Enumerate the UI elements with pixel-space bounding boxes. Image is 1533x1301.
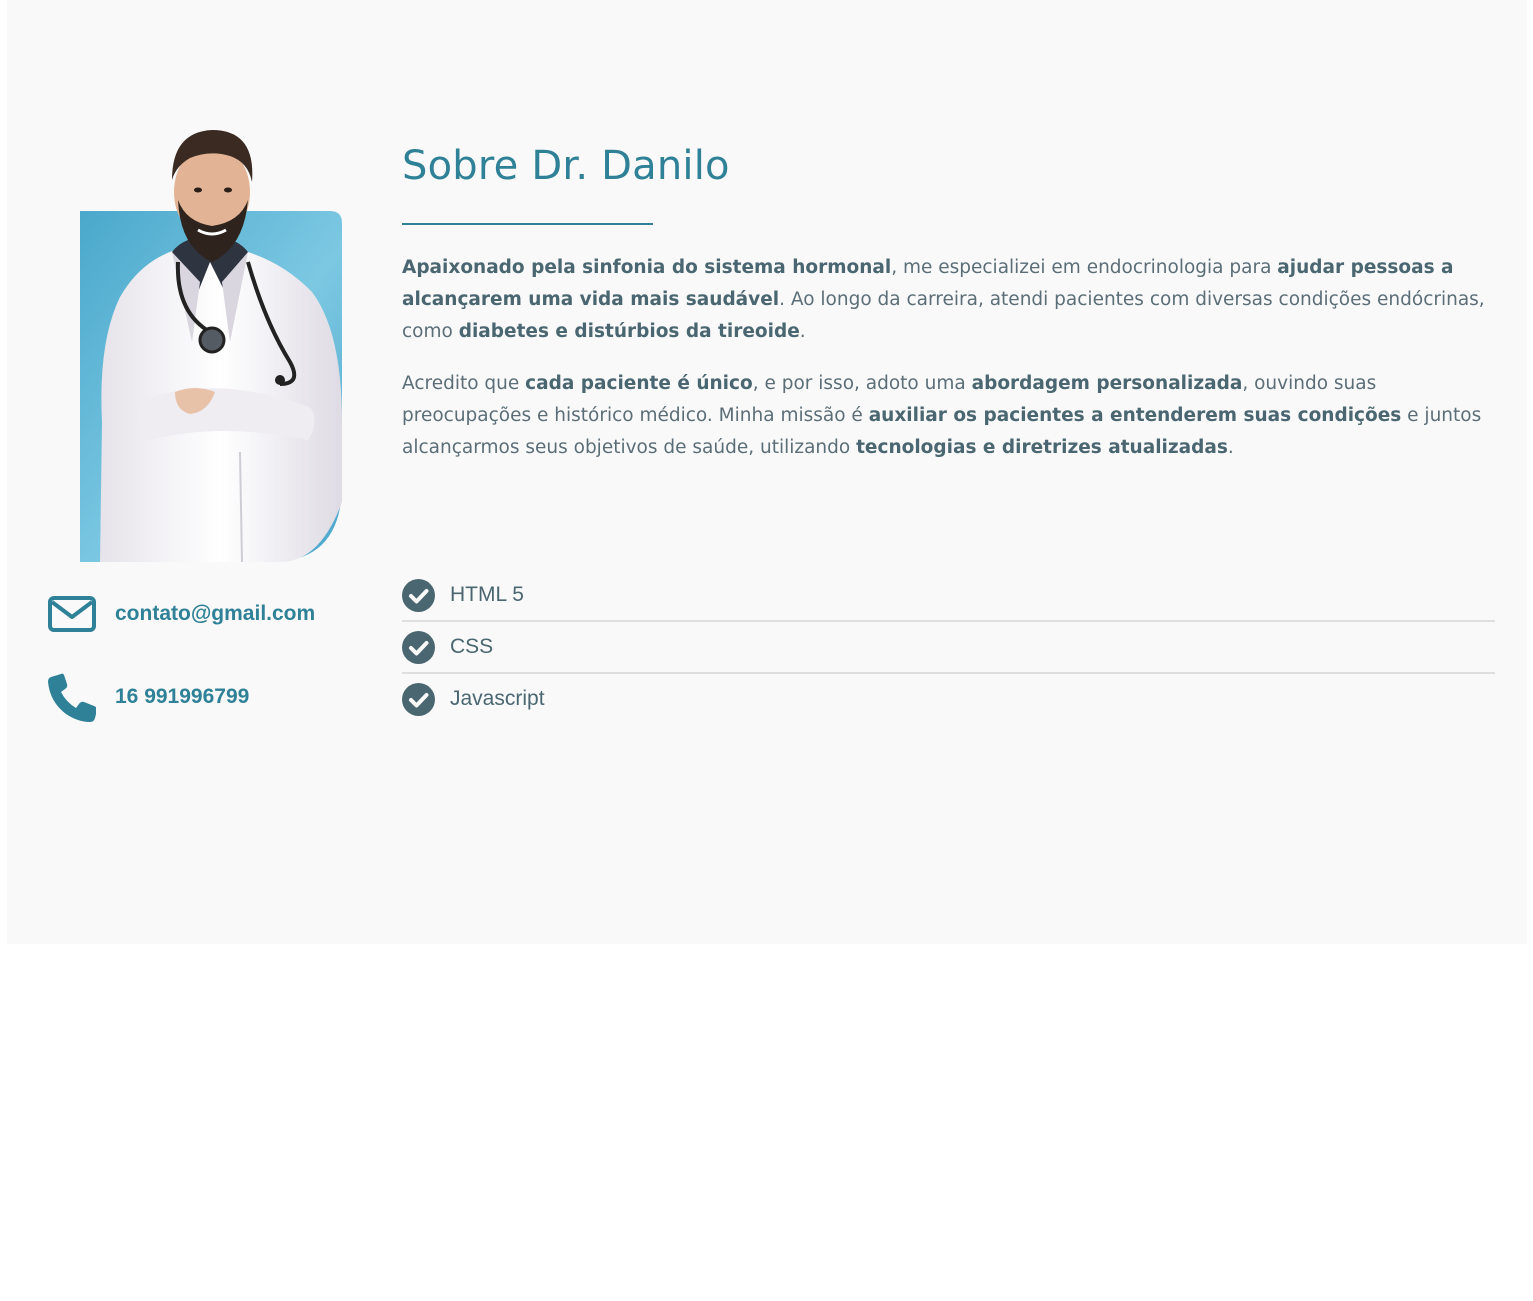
bio-highlight: abordagem personalizada xyxy=(971,373,1243,394)
bio-text: , e por isso, adoto uma xyxy=(752,373,972,394)
skill-item: HTML 5 xyxy=(402,570,1495,622)
skill-label: HTML 5 xyxy=(450,583,524,606)
bio-highlight: diabetes e distúrbios da tireoide xyxy=(458,321,800,342)
check-circle-icon xyxy=(402,578,435,612)
contact-email[interactable]: contato@gmail.com xyxy=(47,589,315,639)
skill-item: Javascript xyxy=(402,674,1495,724)
bio-paragraph-2: Acredito que cada paciente é único, e po… xyxy=(402,368,1492,464)
bio-highlight: Apaixonado pela sinfonia do sistema horm… xyxy=(402,257,892,278)
bio-paragraph-1: Apaixonado pela sinfonia do sistema horm… xyxy=(402,252,1492,348)
skills-list: HTML 5 CSS Javascript xyxy=(402,570,1495,724)
doctor-photo xyxy=(80,122,344,564)
phone-icon xyxy=(47,672,97,722)
check-circle-icon xyxy=(402,630,435,664)
contact-phone[interactable]: 16 991996799 xyxy=(47,672,249,722)
bio-highlight: auxiliar os pacientes a entenderem suas … xyxy=(868,405,1402,426)
bio-highlight: cada paciente é único xyxy=(525,373,753,394)
contact-phone-text[interactable]: 16 991996799 xyxy=(115,685,249,709)
skill-label: Javascript xyxy=(450,687,545,710)
check-circle-icon xyxy=(402,682,435,716)
bio-highlight: tecnologias e diretrizes atualizadas xyxy=(856,437,1228,458)
page-title: Sobre Dr. Danilo xyxy=(402,143,730,189)
bio-text: . xyxy=(799,321,806,342)
skill-label: CSS xyxy=(450,635,494,658)
envelope-icon xyxy=(47,589,97,639)
title-divider xyxy=(402,223,653,225)
bio-text: Acredito que xyxy=(402,373,526,394)
skill-item: CSS xyxy=(402,622,1495,674)
bio-text: . xyxy=(1227,437,1234,458)
about-section: contato@gmail.com 16 991996799 Sobre Dr.… xyxy=(7,0,1527,944)
bio-text: , me especializei em endocrinologia para xyxy=(891,257,1278,278)
contact-email-text[interactable]: contato@gmail.com xyxy=(115,602,315,626)
